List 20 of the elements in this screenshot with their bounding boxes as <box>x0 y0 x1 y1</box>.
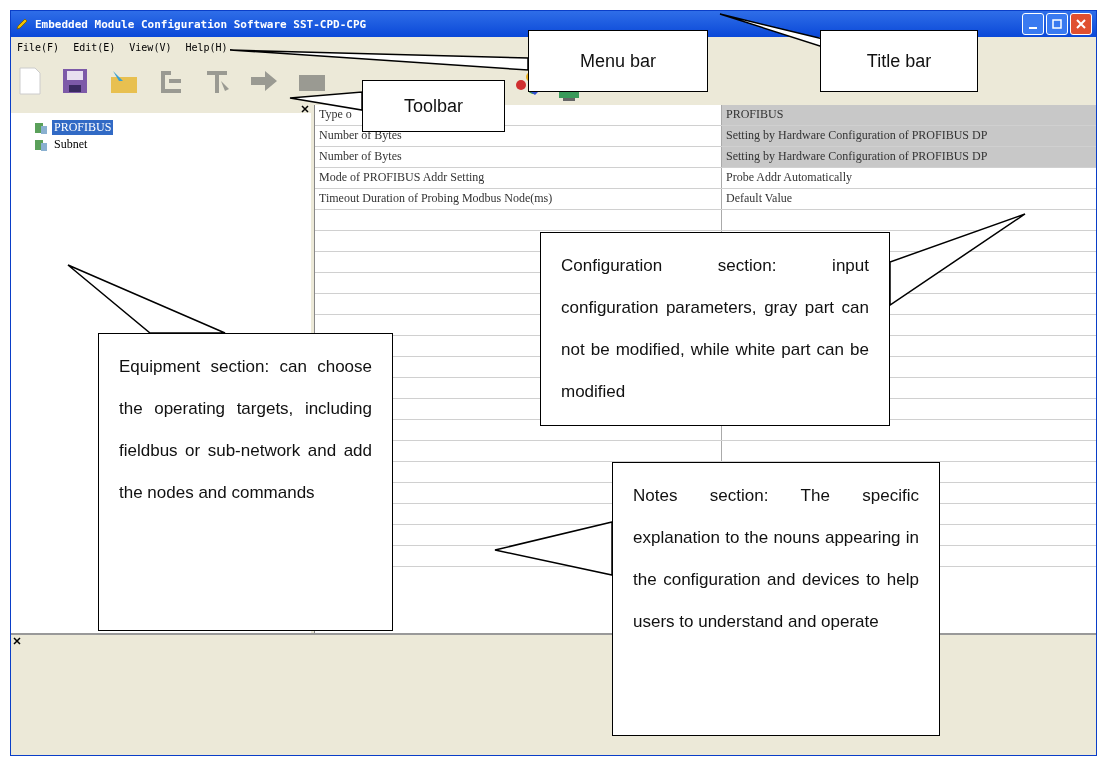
callout-label: Title bar <box>820 30 978 92</box>
callout-label: Menu bar <box>528 30 708 92</box>
callout-label: Notes section: The specific explanation to the nouns appearing in the configuration and devices to help users to understand and operate <box>612 462 940 736</box>
callout-label: Equipment section: can choose the operating targets, including fieldbus or sub-network and add the nodes and commands <box>98 333 393 631</box>
window-title: Embedded Module Configuration Software SST-CPD-CPG <box>35 17 367 31</box>
table-cell[interactable]: Setting by Hardware Configuration of PROFIBUS DP <box>722 126 1096 146</box>
callout-label: Configuration section: input configuration parameters, gray part can not be modified, while white part can be modified <box>540 232 890 426</box>
table-cell[interactable]: Default Value <box>722 189 1096 209</box>
menu-item[interactable]: Help(H) <box>185 41 228 53</box>
table-cell[interactable]: PROFIBUS <box>722 105 1096 125</box>
tree-item[interactable]: Subnet <box>52 137 90 152</box>
table-cell[interactable]: Probe Addr Automatically <box>722 168 1096 188</box>
menu-item[interactable]: View(V) <box>129 41 172 53</box>
table-cell: Mode of PROFIBUS Addr Setting <box>315 168 722 188</box>
callout-label: Toolbar <box>362 80 505 132</box>
menu-item[interactable]: File(F) <box>17 41 60 53</box>
table-cell[interactable]: Setting by Hardware Configuration of PROFIBUS DP <box>722 147 1096 167</box>
table-cell: Timeout Duration of Probing Modbus Node(ms) <box>315 189 722 209</box>
menu-item[interactable]: Edit(E) <box>73 41 116 53</box>
tree-item[interactable]: PROFIBUS <box>52 120 114 135</box>
